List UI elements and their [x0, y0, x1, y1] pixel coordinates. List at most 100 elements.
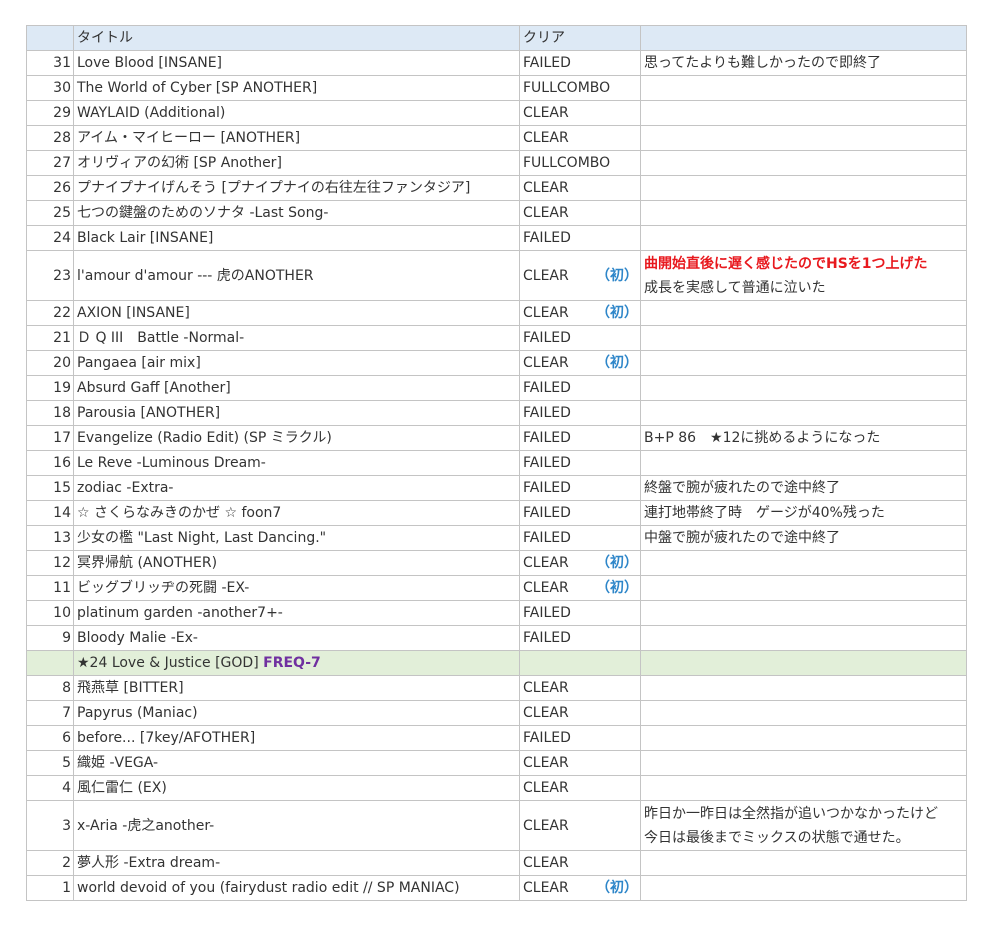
song-title-cell[interactable]: 冥界帰航 (ANOTHER): [73, 550, 520, 576]
row-number[interactable]: 29: [26, 100, 74, 126]
clear-status-cell[interactable]: CLEAR （初）: [519, 300, 641, 326]
note-cell[interactable]: [640, 725, 967, 751]
row-number[interactable]: 30: [26, 75, 74, 101]
row-number[interactable]: 16: [26, 450, 74, 476]
row-number[interactable]: 8: [26, 675, 74, 701]
clear-status-cell[interactable]: FAILED: [519, 525, 641, 551]
clear-status-cell[interactable]: CLEAR （初）: [519, 575, 641, 601]
song-title-cell[interactable]: Pangaea [air mix]: [73, 350, 520, 376]
song-title-cell[interactable]: 飛燕草 [BITTER]: [73, 675, 520, 701]
song-title-cell[interactable]: Evangelize (Radio Edit) (SP ミラクル): [73, 425, 520, 451]
row-number[interactable]: 26: [26, 175, 74, 201]
clear-status-cell[interactable]: FAILED: [519, 725, 641, 751]
clear-status-cell[interactable]: FAILED: [519, 400, 641, 426]
clear-status-cell[interactable]: CLEAR: [519, 850, 641, 876]
clear-status-cell[interactable]: CLEAR: [519, 775, 641, 801]
song-title-cell[interactable]: オリヴィアの幻術 [SP Another]: [73, 150, 520, 176]
song-title-cell[interactable]: 夢人形 -Extra dream-: [73, 850, 520, 876]
note-cell[interactable]: [640, 300, 967, 326]
song-title-cell[interactable]: Love Blood [INSANE]: [73, 50, 520, 76]
note-cell[interactable]: [640, 125, 967, 151]
note-cell[interactable]: [640, 175, 967, 201]
note-cell[interactable]: [640, 700, 967, 726]
song-title-cell[interactable]: world devoid of you (fairydust radio edi…: [73, 875, 520, 901]
clear-status-cell[interactable]: FAILED: [519, 325, 641, 351]
song-title-cell[interactable]: 少女の檻 "Last Night, Last Dancing.": [73, 525, 520, 551]
note-cell[interactable]: 連打地帯終了時 ゲージが40%残った: [640, 500, 967, 526]
note-cell[interactable]: [640, 775, 967, 801]
row-number[interactable]: 25: [26, 200, 74, 226]
song-title-cell[interactable]: 風仁雷仁 (EX): [73, 775, 520, 801]
row-number[interactable]: 14: [26, 500, 74, 526]
header-note[interactable]: [640, 25, 967, 51]
header-clear[interactable]: クリア: [519, 25, 641, 51]
note-cell[interactable]: [640, 625, 967, 651]
row-number[interactable]: 28: [26, 125, 74, 151]
clear-status-cell[interactable]: CLEAR: [519, 100, 641, 126]
song-title-cell[interactable]: ☆ さくらなみきのかぜ ☆ foon7: [73, 500, 520, 526]
note-cell[interactable]: [640, 325, 967, 351]
header-title[interactable]: タイトル: [73, 25, 520, 51]
song-title-cell[interactable]: l'amour d'amour --- 虎のANOTHER: [73, 250, 520, 301]
note-cell[interactable]: [640, 600, 967, 626]
row-number[interactable]: 7: [26, 700, 74, 726]
clear-status-cell[interactable]: CLEAR: [519, 675, 641, 701]
song-title-cell[interactable]: ビッグブリッヂの死闘 -EX-: [73, 575, 520, 601]
row-number[interactable]: 27: [26, 150, 74, 176]
song-title-cell[interactable]: アイム・マイヒーロー [ANOTHER]: [73, 125, 520, 151]
clear-status-cell[interactable]: FAILED: [519, 500, 641, 526]
row-number[interactable]: 6: [26, 725, 74, 751]
song-title-cell[interactable]: 織姫 -VEGA-: [73, 750, 520, 776]
note-cell[interactable]: 中盤で腕が疲れたので途中終了: [640, 525, 967, 551]
row-number[interactable]: 21: [26, 325, 74, 351]
clear-status-cell[interactable]: FAILED: [519, 600, 641, 626]
row-number[interactable]: 4: [26, 775, 74, 801]
clear-status-cell[interactable]: CLEAR: [519, 200, 641, 226]
clear-status-cell[interactable]: CLEAR: [519, 175, 641, 201]
song-title-cell[interactable]: Ｄ Q III Battle -Normal-: [73, 325, 520, 351]
note-cell[interactable]: 曲開始直後に遅く感じたのでHSを1つ上げた 成長を実感して普通に泣いた: [640, 250, 967, 301]
note-cell[interactable]: [640, 400, 967, 426]
note-cell[interactable]: [640, 350, 967, 376]
clear-status-cell[interactable]: FAILED: [519, 375, 641, 401]
note-cell[interactable]: 思ってたよりも難しかったので即終了: [640, 50, 967, 76]
row-number[interactable]: 12: [26, 550, 74, 576]
header-num[interactable]: [26, 25, 74, 51]
song-title-cell[interactable]: The World of Cyber [SP ANOTHER]: [73, 75, 520, 101]
song-title-cell[interactable]: プナイプナイげんそう [プナイプナイの右往左往ファンタジア]: [73, 175, 520, 201]
row-number[interactable]: 17: [26, 425, 74, 451]
row-number[interactable]: 22: [26, 300, 74, 326]
song-title-cell[interactable]: platinum garden -another7+-: [73, 600, 520, 626]
row-number[interactable]: 23: [26, 250, 74, 301]
row-number[interactable]: 18: [26, 400, 74, 426]
clear-status-cell[interactable]: CLEAR （初）: [519, 550, 641, 576]
clear-status-cell[interactable]: CLEAR: [519, 800, 641, 851]
row-number[interactable]: 1: [26, 875, 74, 901]
separator-num[interactable]: [26, 650, 74, 676]
clear-status-cell[interactable]: FAILED: [519, 50, 641, 76]
separator-title-cell[interactable]: ★24 Love & Justice [GOD] FREQ-7: [73, 650, 520, 676]
row-number[interactable]: 13: [26, 525, 74, 551]
clear-status-cell[interactable]: CLEAR: [519, 700, 641, 726]
song-title-cell[interactable]: Black Lair [INSANE]: [73, 225, 520, 251]
clear-status-cell[interactable]: FAILED: [519, 475, 641, 501]
row-number[interactable]: 19: [26, 375, 74, 401]
song-title-cell[interactable]: before... [7key/AFOTHER]: [73, 725, 520, 751]
song-title-cell[interactable]: Absurd Gaff [Another]: [73, 375, 520, 401]
clear-status-cell[interactable]: CLEAR: [519, 125, 641, 151]
note-cell[interactable]: [640, 100, 967, 126]
separator-clear[interactable]: [519, 650, 641, 676]
clear-status-cell[interactable]: CLEAR （初）: [519, 250, 641, 301]
clear-status-cell[interactable]: CLEAR: [519, 750, 641, 776]
note-cell[interactable]: [640, 875, 967, 901]
clear-status-cell[interactable]: CLEAR （初）: [519, 350, 641, 376]
note-cell[interactable]: [640, 225, 967, 251]
row-number[interactable]: 15: [26, 475, 74, 501]
song-title-cell[interactable]: Parousia [ANOTHER]: [73, 400, 520, 426]
note-cell[interactable]: [640, 150, 967, 176]
song-title-cell[interactable]: Le Reve -Luminous Dream-: [73, 450, 520, 476]
row-number[interactable]: 20: [26, 350, 74, 376]
song-title-cell[interactable]: AXION [INSANE]: [73, 300, 520, 326]
note-cell[interactable]: [640, 575, 967, 601]
note-cell[interactable]: [640, 200, 967, 226]
